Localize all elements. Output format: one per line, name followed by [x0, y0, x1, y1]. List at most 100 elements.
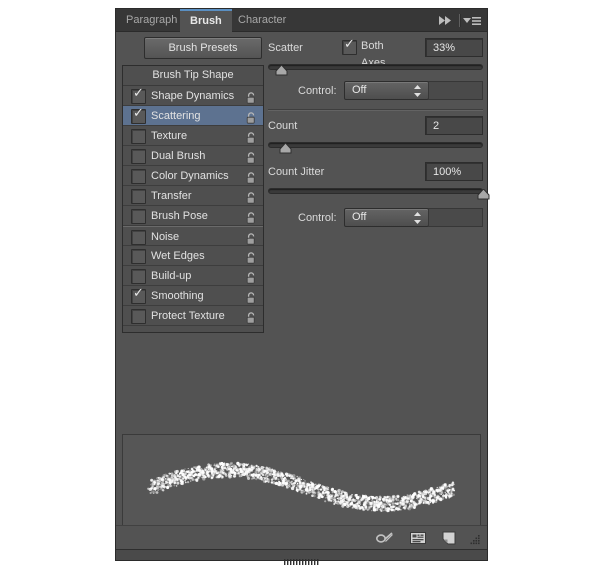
lock-open-icon[interactable]	[246, 290, 257, 304]
scatter-control-label: Control:	[298, 85, 337, 97]
brush-option-row[interactable]: Scattering	[123, 106, 263, 126]
create-new-brush-icon[interactable]	[441, 530, 457, 546]
brush-option-checkbox[interactable]	[131, 106, 146, 124]
scattering-controls: Scatter Both Axes 33% Control: Off	[268, 37, 490, 229]
lock-open-icon[interactable]	[246, 190, 257, 204]
scatter-control-disabled-field	[428, 81, 483, 100]
brush-option-row[interactable]: Build-up	[123, 266, 263, 286]
count-jitter-value-field[interactable]: 100%	[425, 162, 483, 181]
double-chevron-right-icon[interactable]	[437, 13, 455, 28]
brush-presets-button[interactable]: Brush Presets	[144, 37, 262, 59]
count-jitter-control-dropdown[interactable]: Off	[344, 208, 429, 227]
tab-brush[interactable]: Brush	[180, 9, 232, 32]
brush-option-row[interactable]: Wet Edges	[123, 246, 263, 266]
brush-panel: Paragraph Brush Character Brush Presets …	[115, 8, 490, 565]
count-label: Count	[268, 120, 298, 132]
brush-option-checkbox[interactable]	[131, 286, 146, 304]
scatter-value-field[interactable]: 33%	[425, 38, 483, 57]
brush-option-row[interactable]: Smoothing	[123, 286, 263, 306]
both-axes-check-icon	[342, 37, 357, 55]
count-jitter-slider[interactable]	[268, 185, 490, 201]
screen: Paragraph Brush Character Brush Presets …	[0, 0, 600, 575]
lock-open-icon[interactable]	[246, 231, 257, 245]
brush-option-checkbox[interactable]	[131, 249, 146, 264]
brush-option-label: Build-up	[151, 270, 192, 282]
toolbar-divider	[459, 14, 461, 27]
lock-open-icon[interactable]	[246, 210, 257, 224]
count-jitter-label: Count Jitter	[268, 166, 325, 178]
brush-option-row[interactable]: Shape Dynamics	[123, 86, 263, 106]
brush-option-label: Wet Edges	[151, 250, 205, 262]
scatter-slider-track[interactable]	[268, 64, 483, 70]
lock-open-icon[interactable]	[246, 130, 257, 144]
count-jitter-control-disabled-field	[428, 208, 483, 227]
brush-option-checkbox[interactable]	[131, 269, 146, 284]
lock-open-icon[interactable]	[246, 310, 257, 324]
new-brush-preset-icon[interactable]	[409, 530, 427, 546]
count-jitter-control-row: Control: Off	[268, 207, 483, 229]
brush-option-label: Shape Dynamics	[151, 90, 235, 102]
stepper-arrows-icon	[413, 84, 422, 103]
panel-resize-bar[interactable]	[116, 549, 487, 565]
brush-option-row[interactable]: Color Dynamics	[123, 166, 263, 186]
brush-option-row[interactable]: Noise	[123, 226, 263, 246]
panel-bottom-toolbar	[116, 525, 487, 550]
brush-option-label: Transfer	[151, 190, 192, 202]
count-jitter-row: Count Jitter 100%	[268, 161, 483, 183]
count-slider[interactable]	[268, 139, 483, 155]
brush-option-label: Color Dynamics	[151, 170, 229, 182]
brush-option-label: Protect Texture	[151, 310, 225, 322]
brush-option-label: Scattering	[151, 110, 201, 122]
section-divider	[268, 109, 483, 111]
count-jitter-control-label: Control:	[298, 212, 337, 224]
lock-open-icon[interactable]	[246, 170, 257, 184]
panel-menu-icon[interactable]	[462, 13, 482, 28]
scatter-row: Scatter Both Axes 33%	[268, 37, 483, 69]
tab-paragraph[interactable]: Paragraph	[116, 9, 187, 32]
brush-option-label: Noise	[151, 231, 180, 243]
brush-option-label: Dual Brush	[151, 150, 206, 162]
brush-option-row[interactable]: Brush Pose	[123, 206, 263, 226]
resize-grip-icon[interactable]	[468, 533, 482, 547]
brush-option-checkbox[interactable]	[131, 230, 146, 245]
count-jitter-slider-track[interactable]	[268, 188, 483, 194]
brush-option-checkbox[interactable]	[131, 189, 146, 204]
brush-option-row[interactable]: Texture	[123, 126, 263, 146]
toggle-dirty-brush-icon[interactable]	[375, 530, 395, 546]
tab-character[interactable]: Character	[228, 9, 296, 32]
brush-option-row[interactable]: Dual Brush	[123, 146, 263, 166]
lock-open-icon[interactable]	[246, 110, 257, 124]
brush-stroke-preview	[122, 434, 481, 537]
count-value-field[interactable]: 2	[425, 116, 483, 135]
brush-option-label: Brush Pose	[151, 210, 208, 222]
brush-option-checkbox[interactable]	[131, 169, 146, 184]
panel-tab-strip: Paragraph Brush Character	[116, 9, 487, 32]
brush-option-label: Smoothing	[151, 290, 204, 302]
brush-option-checkbox[interactable]	[131, 86, 146, 104]
stepper-arrows-icon	[413, 211, 422, 230]
scatter-control-dropdown[interactable]: Off	[344, 81, 429, 100]
scatter-control-value: Off	[352, 84, 367, 96]
brush-option-checkbox[interactable]	[131, 129, 146, 144]
brush-tip-shape-header[interactable]: Brush Tip Shape	[123, 66, 263, 86]
brush-option-row[interactable]: Protect Texture	[123, 306, 263, 326]
brush-option-label: Texture	[151, 130, 188, 142]
lock-open-icon[interactable]	[246, 250, 257, 264]
scatter-control-row: Control: Off	[268, 80, 483, 102]
count-slider-thumb[interactable]	[279, 143, 292, 154]
brush-options-list: Brush Tip Shape Shape Dynamics Scattering…	[122, 65, 264, 333]
scatter-slider[interactable]	[268, 61, 483, 77]
lock-open-icon[interactable]	[246, 270, 257, 284]
brush-option-row[interactable]: Transfer	[123, 186, 263, 206]
lock-open-icon[interactable]	[246, 90, 257, 104]
brush-option-checkbox[interactable]	[131, 209, 146, 224]
count-row: Count 2	[268, 115, 483, 137]
count-jitter-slider-thumb[interactable]	[477, 189, 490, 200]
grip-dots-icon	[283, 552, 320, 565]
count-slider-track[interactable]	[268, 142, 483, 148]
scatter-slider-thumb[interactable]	[275, 65, 288, 76]
count-jitter-control-value: Off	[352, 211, 367, 223]
lock-open-icon[interactable]	[246, 150, 257, 164]
brush-option-checkbox[interactable]	[131, 149, 146, 164]
brush-option-checkbox[interactable]	[131, 309, 146, 324]
